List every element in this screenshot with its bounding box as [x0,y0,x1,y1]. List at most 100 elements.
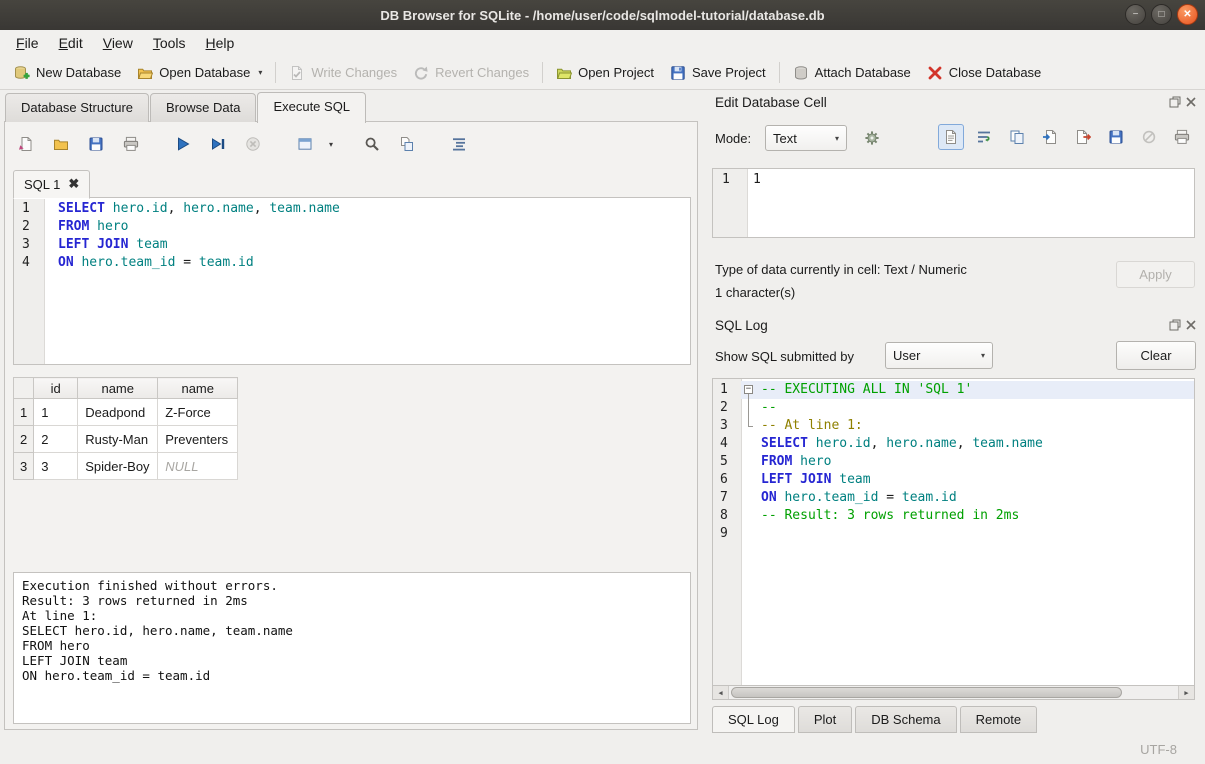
toolbar-separator [779,62,780,83]
mode-combo[interactable]: Text ▾ [765,125,847,151]
toolbar-button-label: Save Project [692,65,766,80]
save-sql-icon [88,136,104,152]
tab-browse-data[interactable]: Browse Data [150,93,256,122]
export-cell-icon [1075,129,1091,145]
text-mode-button[interactable] [938,124,964,150]
save-cell-button[interactable] [1103,124,1129,150]
dock-tab-plot[interactable]: Plot [798,706,852,733]
result-cell[interactable]: 3 [34,453,78,480]
sql-tab-close-icon[interactable]: ✖ [68,176,79,192]
null-cell-button[interactable] [1136,124,1162,150]
menu-edit[interactable]: Edit [49,31,93,55]
menu-view[interactable]: View [93,31,143,55]
save-cell-icon [1108,129,1124,145]
clear-button[interactable]: Clear [1116,341,1196,370]
tab-database-structure[interactable]: Database Structure [5,93,149,122]
write-changes-button[interactable]: Write Changes [281,60,405,86]
result-cell[interactable]: 1 [34,399,78,426]
row-number[interactable]: 1 [14,399,34,426]
open-project-button[interactable]: Open Project [548,60,662,86]
apply-button[interactable]: Apply [1116,261,1195,288]
save-sql-button[interactable] [83,131,109,157]
main-toolbar: New DatabaseOpen Database▾ Write Changes R… [0,56,1205,90]
log-filter-value: User [893,348,920,363]
result-cell[interactable]: Spider-Boy [78,453,158,480]
execute-all-button[interactable] [170,131,196,157]
open-sql-button[interactable] [48,131,74,157]
result-cell[interactable]: Rusty-Man [78,426,158,453]
result-cell[interactable]: NULL [158,453,238,480]
close-dock-icon[interactable] [1185,319,1197,331]
code-text: SELECT hero.id, hero.name, team.name [757,435,1043,453]
float-dock-icon[interactable] [1169,319,1181,331]
dock-tab-remote[interactable]: Remote [960,706,1038,733]
menu-file[interactable]: File [6,31,49,55]
menu-help[interactable]: Help [196,31,245,55]
chevron-down-icon[interactable]: ▾ [329,140,333,149]
sql-tab[interactable]: SQL 1 ✖ [13,170,90,199]
results-area: idnamename11DeadpondZ-Force22Rusty-ManPr… [13,377,238,480]
log-filter-combo[interactable]: User ▾ [885,342,993,369]
line-number: 1 [713,171,747,189]
line-number: 2 [14,218,44,236]
scrollbar-track[interactable] [729,686,1178,699]
column-header-name[interactable]: name [78,378,158,399]
cell-value: 1 [747,171,761,189]
word-wrap-button[interactable] [971,124,997,150]
result-cell[interactable]: Preventers [158,426,238,453]
toolbar-button-label: Close Database [949,65,1042,80]
row-number[interactable]: 3 [14,453,34,480]
result-cell[interactable]: Deadpond [78,399,158,426]
close-dock-icon[interactable] [1185,96,1197,108]
scrollbar-thumb[interactable] [731,687,1122,698]
horizontal-scrollbar[interactable]: ◀ ▶ [712,685,1195,700]
import-cell-button[interactable] [1037,124,1063,150]
tab-list-button[interactable] [292,131,318,157]
scroll-left-icon[interactable]: ◀ [713,686,729,699]
fold-end-icon [741,417,757,435]
save-project-button[interactable]: Save Project [662,60,774,86]
new-database-button[interactable]: New Database [6,60,129,86]
sql-log-editor[interactable]: 1−-- EXECUTING ALL IN 'SQL 1'2--3-- At l… [712,378,1195,700]
float-dock-icon[interactable] [1169,96,1181,108]
auto-format-button[interactable] [859,125,885,151]
replace-button[interactable] [394,131,420,157]
revert-changes-button[interactable]: Revert Changes [405,60,537,86]
dock-tab-sql-log[interactable]: SQL Log [712,706,795,733]
results-grid[interactable]: idnamename11DeadpondZ-Force22Rusty-ManPr… [13,377,238,480]
sql-editor[interactable]: 1SELECT hero.id, hero.name, team.name2FR… [13,197,691,365]
print-button[interactable] [118,131,144,157]
attach-database-button[interactable]: Attach Database [785,60,919,86]
row-number[interactable]: 2 [14,426,34,453]
copy-cell-button[interactable] [1004,124,1030,150]
copy-cell-icon [1009,129,1025,145]
tab-execute-sql[interactable]: Execute SQL [257,92,366,123]
scroll-right-icon[interactable]: ▶ [1178,686,1194,699]
menu-tools[interactable]: Tools [143,31,196,55]
column-header-name[interactable]: name [158,378,238,399]
code-text: LEFT JOIN team [44,236,168,254]
print-button[interactable] [1169,124,1195,150]
close-icon[interactable]: ✕ [1177,4,1198,25]
code-line: 9 [713,525,1194,543]
open-database-button[interactable]: Open Database▾ [129,60,270,86]
result-cell[interactable]: 2 [34,426,78,453]
fold-start-icon[interactable]: − [741,381,757,399]
column-header-id[interactable]: id [34,378,78,399]
result-cell[interactable]: Z-Force [158,399,238,426]
new-tab-button[interactable] [13,131,39,157]
toolbar-button-label: Revert Changes [435,65,529,80]
execute-line-button[interactable] [205,131,231,157]
export-cell-button[interactable] [1070,124,1096,150]
minimize-icon[interactable]: − [1125,4,1146,25]
dock-tab-db-schema[interactable]: DB Schema [855,706,956,733]
format-button[interactable] [446,131,472,157]
close-database-button[interactable]: Close Database [919,60,1050,86]
chevron-down-icon[interactable]: ▾ [258,68,262,77]
message-pane[interactable]: Execution finished without errors. Resul… [13,572,691,724]
open-sql-icon [53,136,69,152]
find-button[interactable] [359,131,385,157]
stop-button[interactable] [240,131,266,157]
cell-editor[interactable]: 1 1 [712,168,1195,238]
maximize-icon[interactable]: □ [1151,4,1172,25]
